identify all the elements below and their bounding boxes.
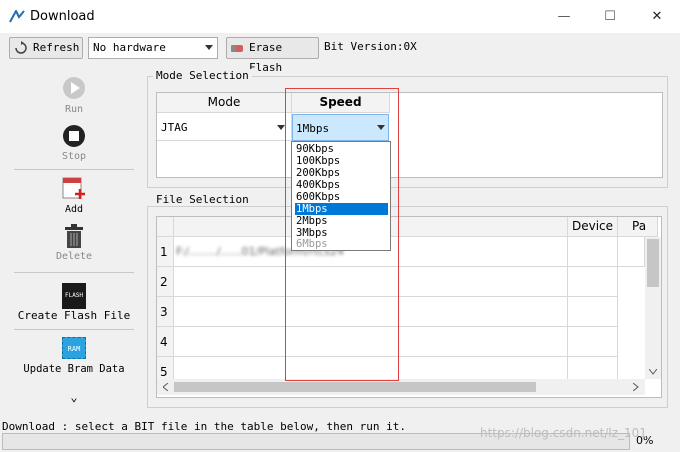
close-button[interactable]: ✕	[634, 5, 680, 29]
speed-option[interactable]: 6Mbps	[295, 238, 388, 250]
corner-header	[157, 217, 174, 237]
erase-flash-label: Erase Flash	[249, 41, 283, 74]
sidebar-divider	[14, 169, 134, 170]
speed-option[interactable]: 2Mbps	[295, 215, 388, 227]
add-icon[interactable]	[61, 176, 87, 202]
horizontal-scrollbar-thumb[interactable]	[174, 382, 536, 392]
mode-selection-title: Mode Selection	[153, 69, 252, 82]
pa-column-header[interactable]: Pa	[618, 217, 658, 237]
maximize-button[interactable]: ☐	[587, 5, 633, 29]
watermark: https://blog.csdn.net/lz_101	[480, 426, 647, 440]
vertical-scrollbar-thumb[interactable]	[647, 239, 659, 287]
device-cell[interactable]	[568, 237, 618, 267]
speed-option[interactable]: 200Kbps	[295, 167, 388, 179]
refresh-button[interactable]: Refresh	[9, 37, 83, 59]
file-selection-title: File Selection	[153, 193, 252, 206]
erase-flash-button[interactable]: Erase Flash	[226, 37, 319, 74]
file-path-cell[interactable]	[174, 267, 568, 297]
device-cell[interactable]	[568, 297, 618, 327]
device-cell[interactable]	[568, 327, 618, 357]
delete-icon[interactable]	[63, 224, 85, 250]
flash-file-icon[interactable]: FLASH	[62, 283, 86, 309]
pa-cell[interactable]	[618, 237, 645, 267]
add-label: Add	[64, 204, 84, 215]
eraser-icon	[231, 45, 243, 52]
refresh-label: Refresh	[33, 41, 80, 54]
speed-option[interactable]: 90Kbps	[295, 143, 388, 155]
mode-select[interactable]: JTAG	[157, 113, 292, 141]
status-message: Download : select a BIT file in the tabl…	[2, 420, 406, 433]
refresh-icon	[15, 41, 27, 54]
window-title: Download	[30, 9, 95, 24]
app-logo-icon	[9, 10, 25, 23]
update-bram-data-label[interactable]: Update Bram Data	[10, 363, 138, 375]
chevron-down-icon	[377, 125, 385, 130]
scroll-down-icon[interactable]	[649, 369, 657, 375]
run-label: Run	[64, 104, 84, 115]
row-header[interactable]: 3	[157, 297, 174, 327]
speed-column-header: Speed	[292, 93, 390, 113]
speed-option[interactable]: 400Kbps	[295, 179, 388, 191]
speed-select-value: 1Mbps	[296, 122, 330, 135]
delete-label: Delete	[55, 251, 93, 262]
more-chevron-icon[interactable]: ⌄	[66, 390, 82, 404]
stop-icon[interactable]	[62, 124, 86, 148]
mode-select-value: JTAG	[161, 121, 188, 134]
run-icon[interactable]	[62, 76, 86, 100]
mode-column-header: Mode	[157, 93, 292, 113]
speed-option-selected[interactable]: 1Mbps	[295, 203, 388, 215]
speed-option[interactable]: 600Kbps	[295, 191, 388, 203]
device-column-header[interactable]: Device	[568, 217, 618, 237]
bit-version-label: Bit Version:0X	[324, 40, 417, 53]
file-path-cell[interactable]	[174, 297, 568, 327]
speed-dropdown-list[interactable]: 90Kbps 100Kbps 200Kbps 400Kbps 600Kbps 1…	[291, 141, 391, 251]
hardware-select-value: No hardware	[93, 41, 166, 54]
minimize-button[interactable]: —	[541, 5, 587, 29]
scroll-left-icon[interactable]	[163, 383, 169, 391]
chevron-down-icon	[277, 125, 285, 130]
speed-select[interactable]: 1Mbps	[292, 114, 389, 141]
row-header[interactable]: 2	[157, 267, 174, 297]
device-cell[interactable]	[568, 267, 618, 297]
file-path-cell[interactable]	[174, 327, 568, 357]
create-flash-file-label[interactable]: Create Flash File	[10, 309, 138, 322]
stop-label: Stop	[61, 151, 87, 162]
scroll-right-icon[interactable]	[633, 383, 639, 391]
row-header[interactable]: 1	[157, 237, 174, 267]
row-header[interactable]: 4	[157, 327, 174, 357]
ram-chip-icon[interactable]: RAM	[62, 337, 86, 359]
hardware-select[interactable]: No hardware	[88, 37, 218, 59]
chevron-down-icon	[205, 45, 213, 50]
sidebar-divider	[14, 272, 134, 273]
speed-option[interactable]: 100Kbps	[295, 155, 388, 167]
sidebar-divider	[14, 329, 134, 330]
file-table: Device Pa 1 2 3 4 5 F:/......../......01…	[156, 216, 662, 398]
